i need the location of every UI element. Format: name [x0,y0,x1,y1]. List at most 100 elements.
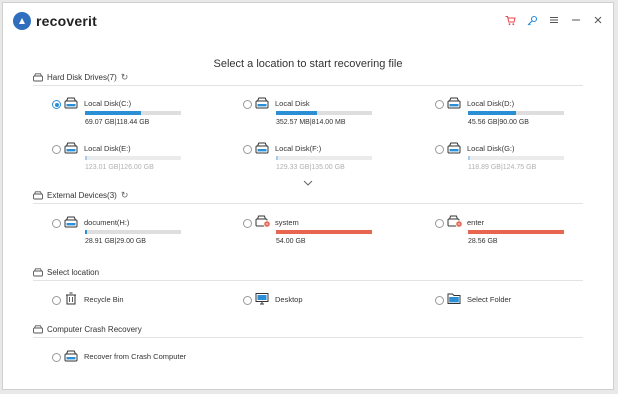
chevron-down-icon[interactable] [303,174,313,186]
radio-button[interactable] [243,145,252,154]
drive-icon [447,141,461,154]
key-icon[interactable] [525,13,539,27]
drive-icon [255,96,269,109]
drive-item[interactable]: Local Disk(E:) 123.01 GB|126.00 GB [52,141,192,174]
refresh-icon[interactable]: ↻ [121,72,129,83]
drive-size: 28.91 GB|29.00 GB [85,238,146,245]
section-select-location: Select location [33,267,99,277]
drive-size: 69.07 GB|118.44 GB [85,119,150,126]
radio-button[interactable] [435,100,444,109]
section-hard-disk: Hard Disk Drives(7) ↻ [33,72,128,83]
section-title: Hard Disk Drives(7) [47,73,117,82]
menu-icon[interactable] [547,13,561,27]
radio-button[interactable] [52,219,61,228]
section-title: Computer Crash Recovery [47,324,142,334]
drive-size: 129.33 GB|135.00 GB [276,164,345,171]
usage-bar-fill [468,111,516,115]
radio-button[interactable] [243,219,252,228]
app-name: recoverit [36,13,97,29]
section-title: External Devices(3) [47,191,117,200]
radio-button[interactable] [52,145,61,154]
usage-bar-fill [276,156,278,160]
usage-bar [85,111,181,115]
usage-bar-fill [468,156,470,160]
divider [33,280,583,281]
drive-item[interactable]: enter 28.56 GB [435,215,575,248]
drive-icon [64,215,78,228]
drive-size: 54.00 GB [276,238,306,245]
app-window: recoverit Select a location to start rec… [2,2,614,390]
radio-button[interactable] [243,100,252,109]
hard-disk-icon [33,267,43,277]
section-external: External Devices(3) ↻ [33,190,128,201]
title-bar: recoverit [3,3,613,39]
folder-icon [447,292,461,304]
hard-disk-icon [33,324,43,334]
usage-bar [468,230,564,234]
drive-icon [447,96,461,109]
usage-bar-fill [85,230,87,234]
hard-disk-icon [33,191,43,201]
divider [33,203,583,204]
recoverit-logo-icon [13,12,31,30]
radio-button[interactable] [52,100,61,109]
location-desktop[interactable]: Desktop [243,293,383,309]
drive-size: 118.89 GB|124.75 GB [468,164,537,171]
drive-item[interactable]: system 54.00 GB [243,215,383,248]
drive-size: 28.56 GB [468,238,498,245]
drive-icon [64,349,78,362]
radio-button[interactable] [435,219,444,228]
drive-item[interactable]: Local Disk(D:) 45.56 GB|90.00 GB [435,96,575,129]
drive-item[interactable]: Local Disk 352.57 MB|814.00 MB [243,96,383,129]
radio-button[interactable] [435,145,444,154]
drive-item[interactable]: document(H:) 28.91 GB|29.00 GB [52,215,192,248]
usage-bar [276,111,372,115]
location-recycle-bin[interactable]: Recycle Bin [52,292,192,309]
minimize-icon[interactable] [569,13,583,27]
drive-name: Local Disk(G:) [467,144,515,153]
usage-bar-fill [276,111,318,115]
crash-recovery-option[interactable]: Recover from Crash Computer [52,349,252,366]
drive-name: Local Disk [275,99,310,108]
drive-name: Local Disk(E:) [84,144,131,153]
radio-button[interactable] [435,296,444,305]
drive-name: Local Disk(C:) [84,99,132,108]
location-select-folder[interactable]: Select Folder [435,292,575,309]
item-label: Recycle Bin [84,295,124,304]
drive-icon [64,96,78,109]
section-title: Select location [47,267,100,277]
page-prompt: Select a location to start recovering fi… [213,58,403,70]
radio-button[interactable] [52,296,61,305]
section-crash-recovery: Computer Crash Recovery [33,324,142,334]
usage-bar [85,156,181,160]
drive-item[interactable]: Local Disk(C:) 69.07 GB|118.44 GB [52,96,192,129]
hard-disk-icon [33,73,43,83]
drive-size: 45.56 GB|90.00 GB [468,119,529,126]
usb-drive-icon [447,215,463,228]
drive-item[interactable]: Local Disk(G:) 118.89 GB|124.75 GB [435,141,575,174]
usage-bar [276,230,372,234]
drive-size: 352.57 MB|814.00 MB [276,119,346,126]
drive-item[interactable]: Local Disk(F:) 129.33 GB|135.00 GB [243,141,383,174]
radio-button[interactable] [52,353,61,362]
drive-icon [64,141,78,154]
usage-bar [468,111,564,115]
usb-drive-icon [255,215,271,228]
radio-button[interactable] [243,296,252,305]
drive-icon [255,141,269,154]
close-icon[interactable] [591,13,605,27]
usage-bar-fill [85,111,141,115]
cart-icon[interactable] [503,13,517,27]
drive-name: system [275,218,299,227]
item-label: Recover from Crash Computer [84,352,187,361]
usage-bar [468,156,564,160]
drive-name: Local Disk(F:) [275,144,322,153]
window-controls [503,13,605,27]
usage-bar [276,156,372,160]
usage-bar [85,230,181,234]
refresh-icon[interactable]: ↻ [121,190,129,201]
usage-bar-fill [85,156,87,160]
usage-bar-fill [468,230,564,234]
drive-size: 123.01 GB|126.00 GB [85,164,154,171]
drive-name: Local Disk(D:) [467,99,515,108]
